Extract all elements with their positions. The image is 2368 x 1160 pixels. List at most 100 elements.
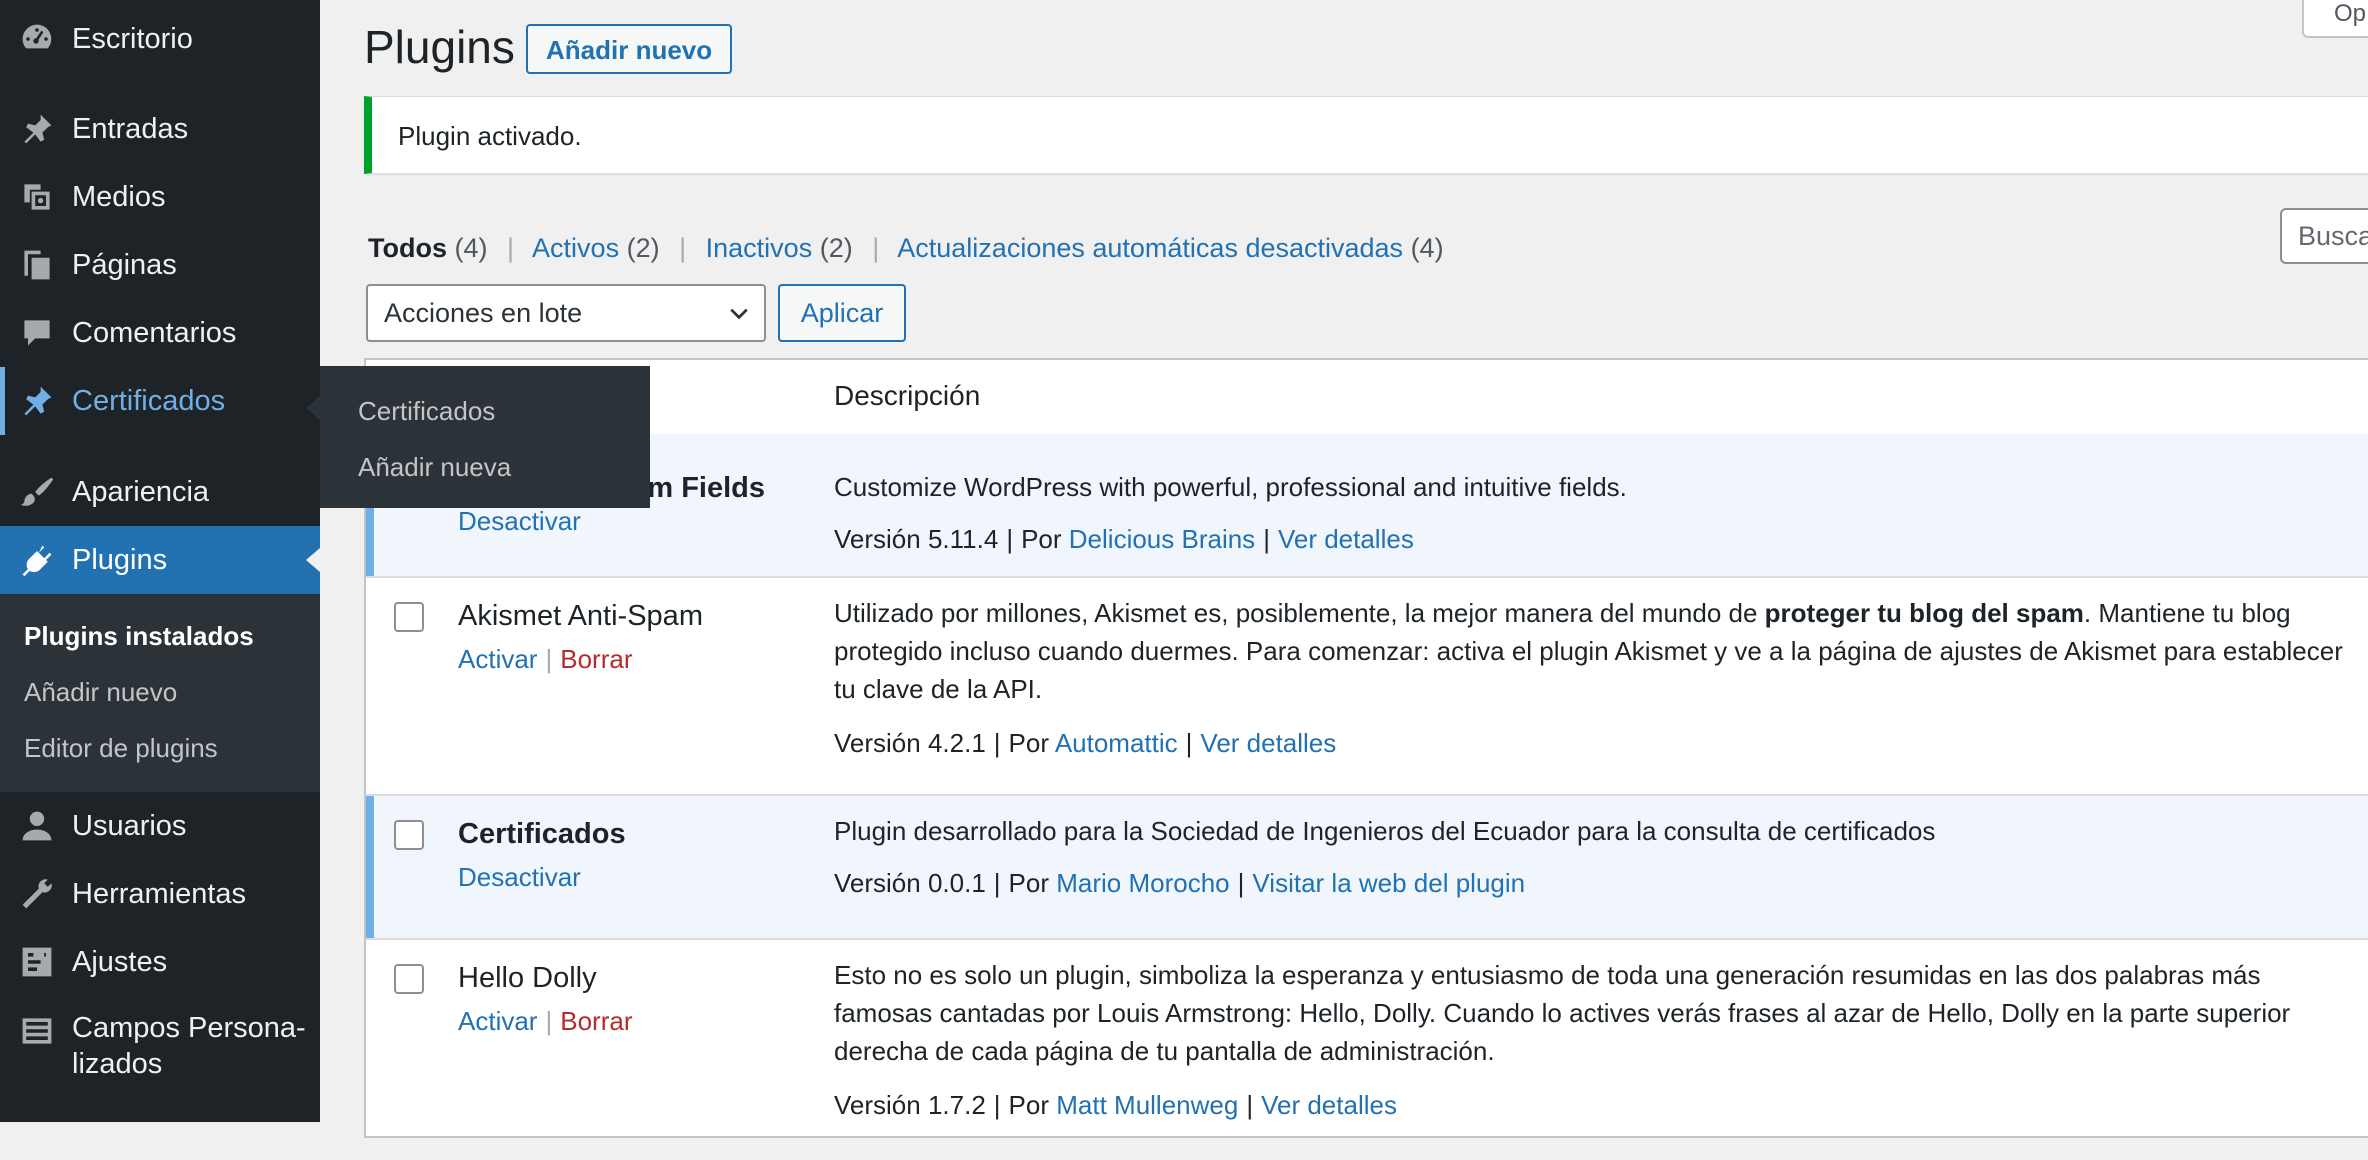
filter-activos[interactable]: Activos [532, 233, 619, 263]
filter-count: (2) [626, 233, 660, 263]
row-actions: Activar | Borrar [458, 644, 633, 674]
menu-item-comentarios[interactable]: Comentarios [0, 299, 320, 367]
activate-link[interactable]: Activar [458, 1006, 537, 1036]
menu-label-line2: lizados [72, 1048, 163, 1080]
plugin-description: Plugin desarrollado para la Sociedad de … [834, 816, 1936, 846]
details-link[interactable]: Ver detalles [1278, 524, 1414, 554]
plugin-description: Utilizado por millones, Akismet es, posi… [834, 594, 2364, 708]
table-icon [16, 1010, 58, 1052]
deactivate-link[interactable]: Desactivar [458, 506, 581, 536]
main-content: Plugins Añadir nuevo Op Plugin activado.… [320, 0, 2368, 1138]
plugin-description: Customize WordPress with powerful, profe… [834, 472, 1627, 502]
activate-link[interactable]: Activar [458, 644, 537, 674]
current-arrow [306, 548, 320, 572]
search-plugins-input[interactable]: Busca [2280, 208, 2368, 264]
menu-item-usuarios[interactable]: Usuarios [0, 792, 320, 860]
filter-count: (2) [819, 233, 853, 263]
admin-sidebar: Escritorio Entradas Medios Páginas Comen… [0, 0, 320, 1122]
notice-text: Plugin activado. [398, 121, 582, 151]
certificados-flyout-menu: Certificados Añadir nueva [306, 366, 650, 508]
author-link[interactable]: Automattic [1055, 728, 1178, 758]
menu-label: Usuarios [72, 809, 187, 842]
plugin-description: Esto no es solo un plugin, simboliza la … [834, 960, 2291, 1066]
status-filters: Todos (4) | Activos (2) | Inactivos (2) … [368, 233, 1444, 264]
row-actions: Desactivar [458, 862, 581, 893]
submenu-plugins-instalados[interactable]: Plugins instalados [24, 621, 254, 652]
pages-icon [16, 244, 58, 286]
menu-item-entradas[interactable]: Entradas [0, 95, 320, 163]
menu-item-medios[interactable]: Medios [0, 163, 320, 231]
separator: | [679, 233, 687, 263]
bulk-actions-select[interactable]: Acciones en lote [366, 284, 766, 342]
delete-link[interactable]: Borrar [560, 644, 632, 674]
menu-label: Comentarios [72, 316, 237, 349]
pin-icon [16, 108, 58, 150]
menu-item-certificados[interactable]: Certificados [0, 367, 320, 435]
delete-link[interactable]: Borrar [560, 1006, 632, 1036]
menu-item-escritorio[interactable]: Escritorio [0, 5, 320, 73]
plugin-version: Versión 0.0.1 [834, 868, 986, 898]
menu-item-apariencia[interactable]: Apariencia [0, 458, 320, 526]
menu-label: Apariencia [72, 475, 210, 508]
plugin-version: Versión 1.7.2 [834, 1090, 986, 1120]
user-icon [16, 805, 58, 847]
deactivate-link[interactable]: Desactivar [458, 862, 581, 892]
chevron-down-icon [730, 308, 748, 320]
flyout-item-anadir-nueva[interactable]: Añadir nueva [358, 452, 511, 483]
table-row: Hello Dolly Activar | Borrar Esto no es so… [366, 940, 2368, 1160]
row-checkbox[interactable] [394, 964, 424, 994]
submenu-editor-de-plugins[interactable]: Editor de plugins [24, 733, 218, 764]
menu-item-campos-personalizados[interactable]: Campos Persona- lizados [0, 1010, 320, 1080]
row-checkbox[interactable] [394, 602, 424, 632]
comments-icon [16, 312, 58, 354]
author-link[interactable]: Delicious Brains [1069, 524, 1255, 554]
plugin-name: Akismet Anti-Spam [458, 600, 703, 632]
menu-item-herramientas[interactable]: Herramientas [0, 860, 320, 928]
by-label: Por [1008, 728, 1050, 758]
submenu-anadir-nuevo[interactable]: Añadir nuevo [24, 677, 177, 708]
filter-count: (4) [454, 233, 488, 263]
author-link[interactable]: Mario Morocho [1056, 868, 1229, 898]
menu-item-paginas[interactable]: Páginas [0, 231, 320, 299]
filter-inactivos[interactable]: Inactivos [706, 233, 813, 263]
row-checkbox[interactable] [394, 820, 424, 850]
menu-label: Campos Persona- lizados [72, 1010, 306, 1082]
screen-options-tab[interactable]: Op [2302, 0, 2368, 38]
menu-label: Certificados [72, 384, 226, 417]
plugin-meta: Versión 5.11.4 | Por Delicious Brains | Ver … [834, 524, 1414, 554]
table-row: tom Fields Desactivar Customize WordPres… [366, 434, 2368, 578]
row-actions: Activar | Borrar [458, 1006, 633, 1036]
menu-label: Escritorio [72, 22, 193, 55]
menu-item-plugins[interactable]: Plugins [0, 526, 320, 594]
plugin-icon [16, 539, 58, 581]
description-bold: proteger tu blog del spam [1764, 598, 2084, 628]
filter-count: (4) [1410, 233, 1444, 263]
menu-item-ajustes[interactable]: Ajustes [0, 928, 320, 996]
add-new-plugin-button[interactable]: Añadir nuevo [526, 24, 733, 74]
separator: | [507, 233, 515, 263]
apply-button[interactable]: Aplicar [778, 284, 906, 342]
menu-label: Herramientas [72, 877, 247, 910]
flyout-item-certificados[interactable]: Certificados [358, 396, 495, 427]
pin-icon [16, 380, 58, 422]
author-link[interactable]: Matt Mullenweg [1056, 1090, 1238, 1120]
dashboard-icon [16, 18, 58, 60]
plugin-version: Versión 5.11.4 [834, 524, 999, 554]
by-label: Por [1021, 524, 1062, 554]
brush-icon [16, 471, 58, 513]
bulk-actions-value: Acciones en lote [384, 298, 583, 328]
plugin-name: Certificados [458, 818, 626, 850]
plugins-table: Descripción tom Fields Desactivar Custom… [364, 358, 2368, 1138]
by-label: Por [1008, 1090, 1050, 1120]
details-link[interactable]: Ver detalles [1200, 728, 1336, 758]
plugin-version: Versión 4.2.1 [834, 728, 986, 758]
menu-label: Medios [72, 180, 166, 213]
filter-todos[interactable]: Todos [368, 233, 447, 263]
plugin-website-link[interactable]: Visitar la web del plugin [1252, 868, 1525, 898]
media-icon [16, 176, 58, 218]
wrench-icon [16, 873, 58, 915]
filter-auto-updates-disabled[interactable]: Actualizaciones automáticas desactivadas [897, 233, 1403, 263]
details-link[interactable]: Ver detalles [1261, 1090, 1397, 1120]
plugin-meta: Versión 1.7.2 | Por Matt Mullenweg | Ver det… [834, 1090, 1397, 1120]
menu-label: Páginas [72, 248, 177, 281]
